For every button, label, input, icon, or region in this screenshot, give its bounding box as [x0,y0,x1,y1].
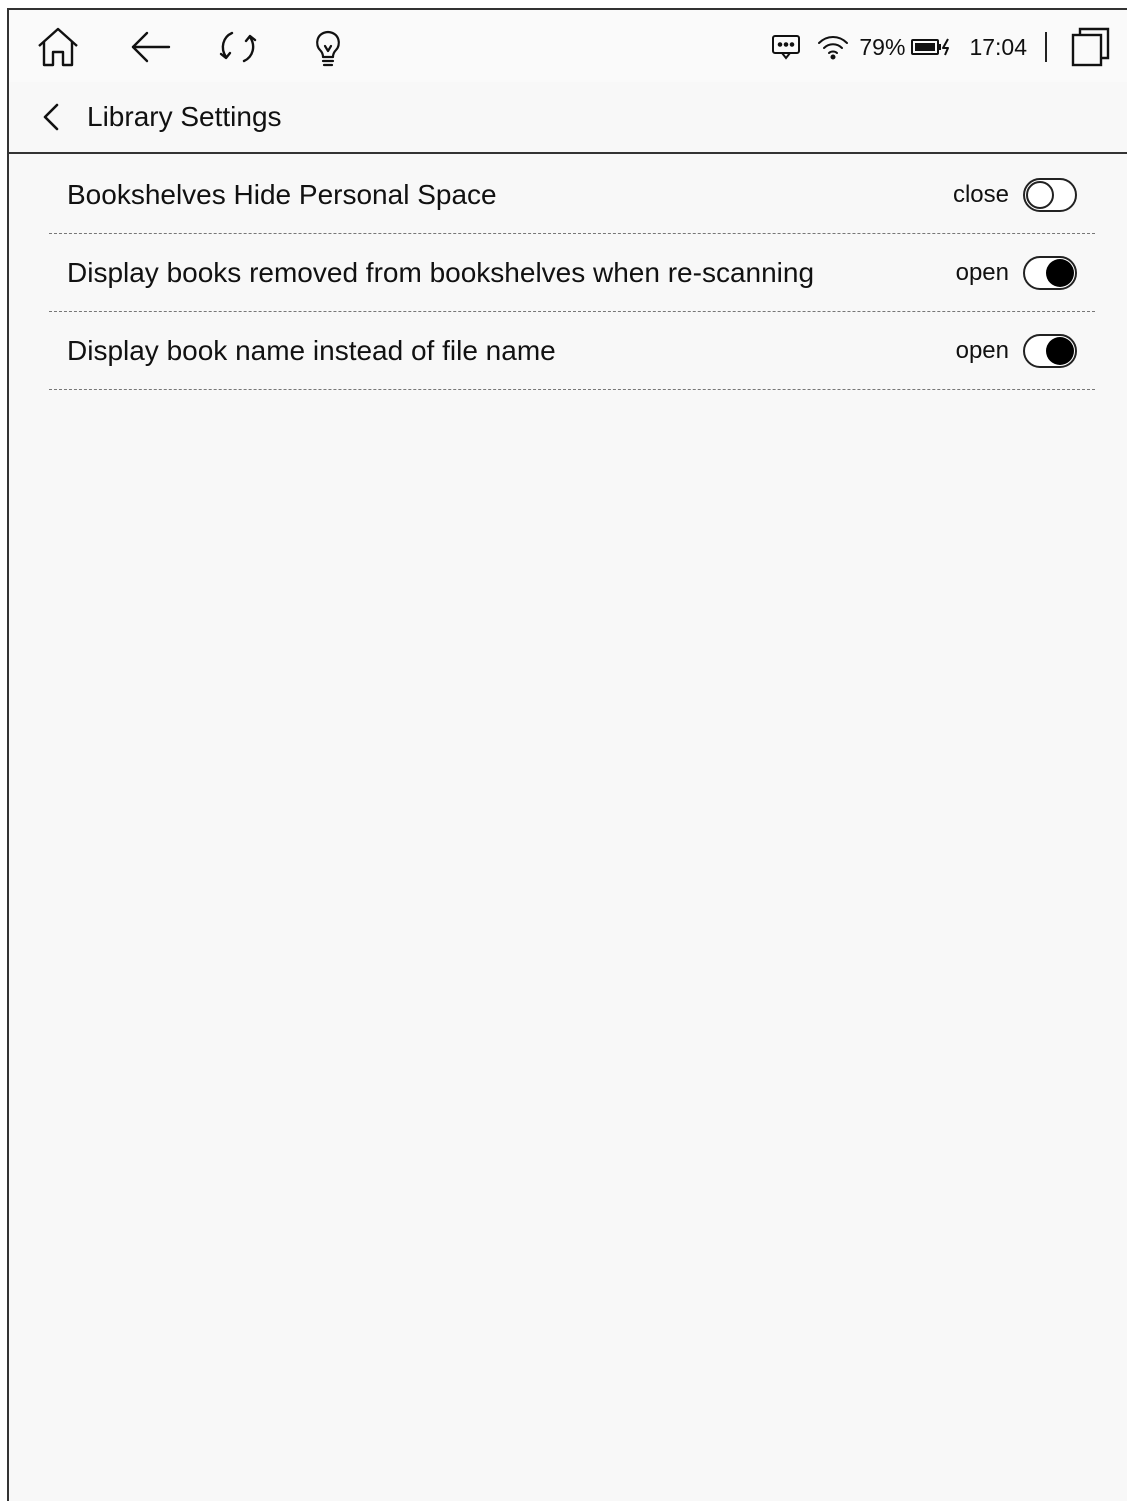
toggle-switch[interactable] [1023,177,1077,212]
status-divider [1045,32,1047,62]
battery-percent: 79% [859,33,906,60]
toggle-knob [1046,258,1074,287]
refresh-icon[interactable] [215,24,261,70]
toggle-switch[interactable] [1023,333,1077,368]
toggle-knob [1026,180,1054,209]
home-icon[interactable] [35,24,81,70]
status-area: 79% 17:04 [771,24,1111,70]
settings-list: Bookshelves Hide Personal Space close Di… [49,156,1095,390]
toggle-knob [1046,336,1074,365]
setting-state-text: open [955,258,1009,286]
setting-row-hide-personal-space[interactable]: Bookshelves Hide Personal Space close [49,156,1095,234]
lightbulb-icon[interactable] [305,24,351,70]
setting-state-text: open [955,336,1009,364]
setting-control: open [955,255,1077,290]
battery-charging-icon [911,37,953,57]
setting-label: Bookshelves Hide Personal Space [67,178,497,210]
setting-state-text: close [952,180,1009,208]
toggle-switch[interactable] [1023,255,1077,290]
title-bar: Library Settings [9,82,1127,154]
back-arrow-icon[interactable] [127,24,173,70]
clock: 17:04 [969,33,1027,60]
setting-row-display-removed-books[interactable]: Display books removed from bookshelves w… [49,234,1095,312]
message-icon [771,34,801,60]
setting-label: Display book name instead of file name [67,334,556,366]
setting-control: open [955,333,1077,368]
setting-label: Display books removed from bookshelves w… [67,256,815,288]
recent-apps-icon[interactable] [1071,27,1111,67]
status-bar: 79% 17:04 [9,10,1127,82]
setting-row-display-book-name[interactable]: Display book name instead of file name o… [49,312,1095,390]
screen: 79% 17:04 Library Settings Bookshelves H… [7,8,1127,1501]
wifi-icon [817,34,849,60]
page-title: Library Settings [87,101,282,132]
chevron-left-icon[interactable] [39,102,65,132]
setting-control: close [952,177,1077,212]
